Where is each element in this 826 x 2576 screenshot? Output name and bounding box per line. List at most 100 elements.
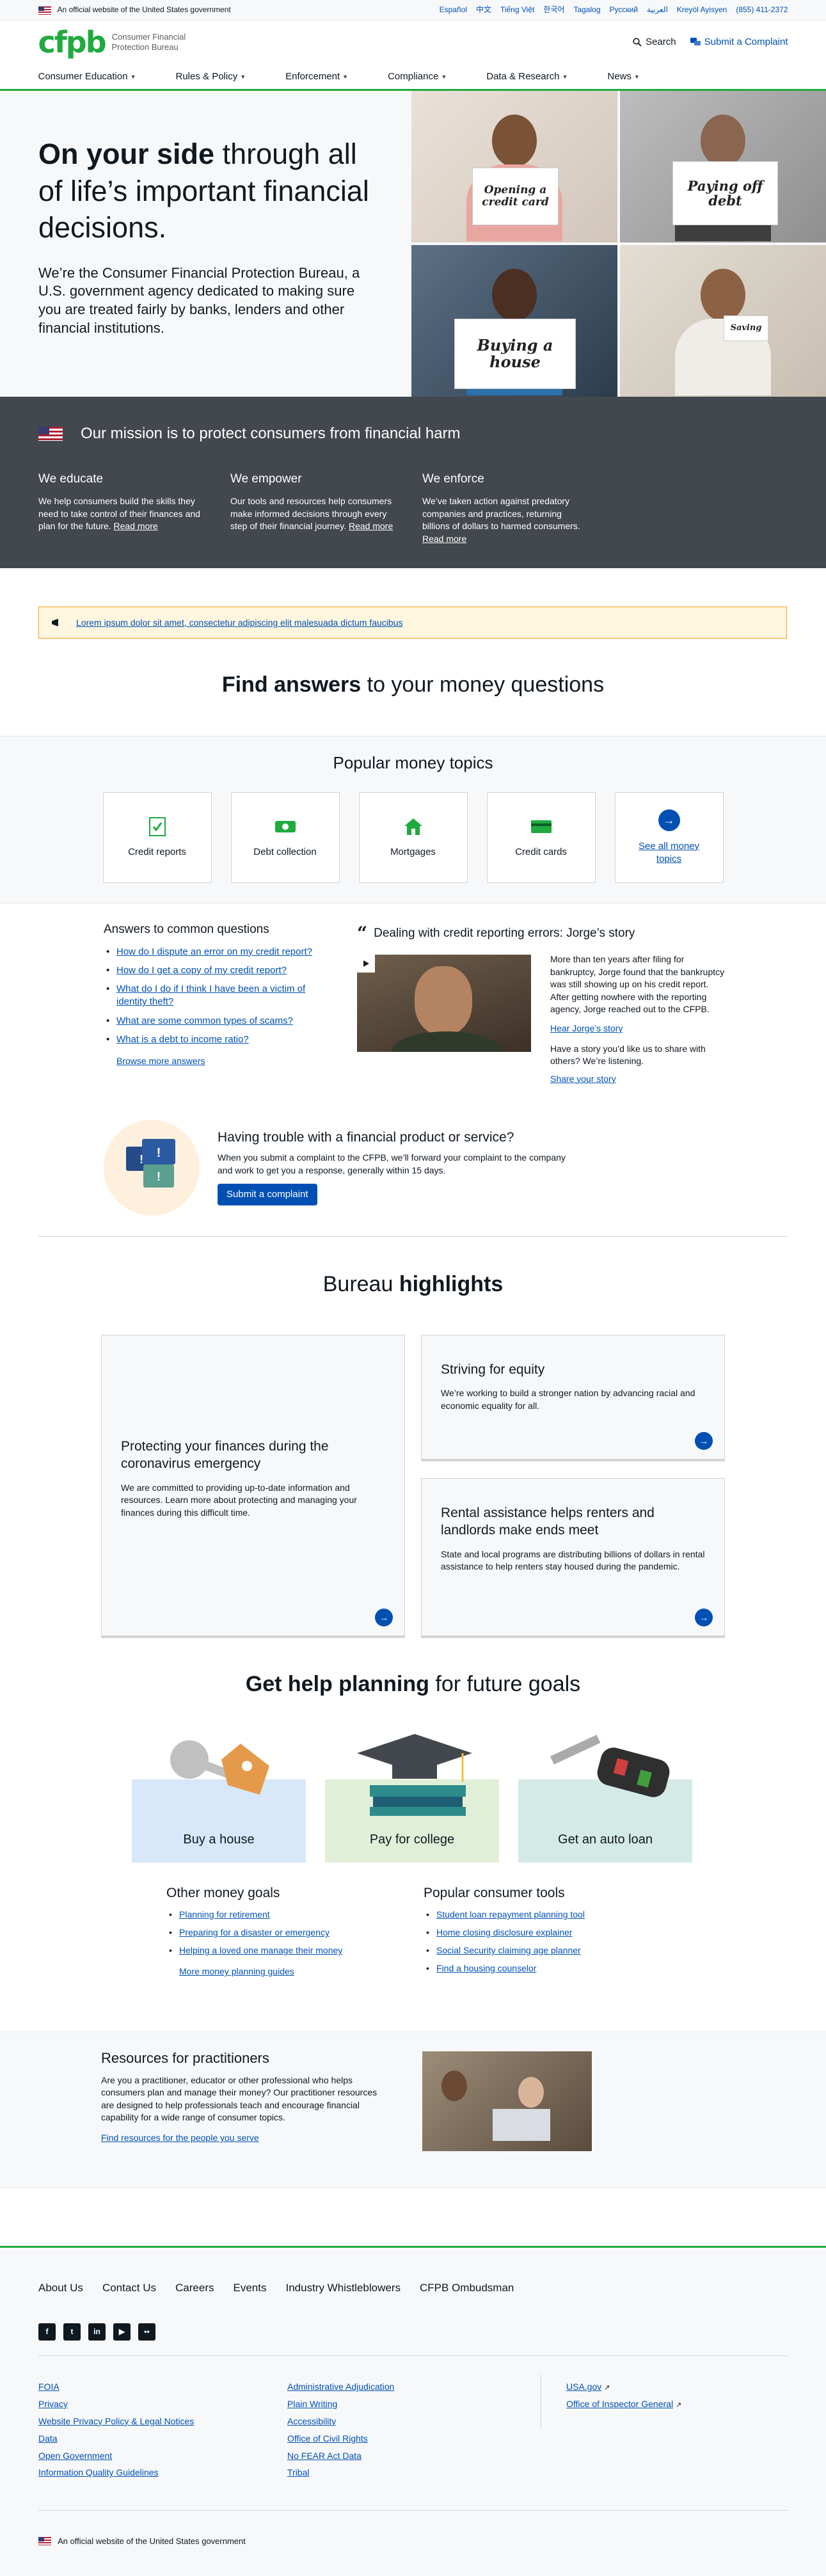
facebook-icon[interactable]: f	[38, 2323, 56, 2341]
logo-mark: cfpb	[38, 24, 107, 60]
nav-rules-policy[interactable]: Rules & Policy ▼	[176, 70, 246, 83]
answer-link[interactable]: What are some common types of scams?	[116, 1015, 293, 1026]
lang-link-tl[interactable]: Tagalog	[573, 4, 600, 15]
linkedin-icon[interactable]: in	[88, 2323, 106, 2341]
sign-credit-card: Opening a credit card	[472, 168, 559, 225]
topic-card-mortgages[interactable]: Mortgages	[358, 792, 468, 884]
topic-card-credit-cards[interactable]: Credit cards	[486, 792, 596, 884]
footer-link[interactable]: No FEAR Act Data	[287, 2451, 361, 2461]
resources-link[interactable]: Find resources for the people you serve	[101, 2132, 389, 2144]
phone-link[interactable]: (855) 411-2372	[736, 4, 788, 15]
external-link[interactable]: USA.gov	[566, 2381, 601, 2392]
topic-card-debt-collection[interactable]: Debt collection	[230, 792, 340, 884]
complaint-illustration: ! ! !	[104, 1120, 200, 1216]
practitioner-photo	[422, 2051, 592, 2151]
highlight-card-rental[interactable]: Rental assistance helps renters and land…	[421, 1478, 725, 1638]
lang-link-vi[interactable]: Tiếng Việt	[500, 4, 534, 15]
social-links: f t in ▶ ••	[38, 2323, 155, 2341]
twitter-icon[interactable]: t	[63, 2323, 81, 2341]
tool-link[interactable]: Home closing disclosure explainer	[436, 1927, 572, 1937]
bureau-highlights: Bureau highlights Protecting your financ…	[0, 1270, 826, 1638]
footer-nav-events[interactable]: Events	[234, 2281, 267, 2296]
nav-compliance[interactable]: Compliance ▼	[388, 70, 447, 83]
highlight-card-equity[interactable]: Striving for equity We’re working to bui…	[421, 1335, 725, 1461]
lang-link-ru[interactable]: Русский	[610, 4, 639, 15]
tool-link[interactable]: Student loan repayment planning tool	[436, 1909, 585, 1920]
tool-link[interactable]: Social Security claiming age planner	[436, 1945, 581, 1955]
resources-body: Are you a practitioner, educator or othe…	[101, 2074, 377, 2123]
search-button[interactable]: Search	[633, 36, 676, 49]
cfpb-logo[interactable]: cfpb Consumer Financial Protection Burea…	[38, 22, 189, 62]
lang-link-ar[interactable]: العربية	[647, 4, 668, 15]
highlight-card-coronavirus[interactable]: Protecting your finances during the coro…	[101, 1335, 405, 1638]
svg-text:!: !	[157, 1170, 161, 1183]
footer-link[interactable]: Office of Civil Rights	[287, 2433, 368, 2444]
footer-link[interactable]: Privacy	[38, 2399, 68, 2409]
lang-link-zh[interactable]: 中文	[476, 4, 491, 15]
credit-card-icon	[528, 816, 554, 837]
footer-links-col3: USA.gov ↗ Office of Inspector General ↗	[566, 2381, 681, 2415]
external-link[interactable]: Office of Inspector General	[566, 2399, 673, 2409]
flickr-icon[interactable]: ••	[138, 2323, 155, 2341]
topic-card-see-all[interactable]: → See all money topics	[614, 792, 724, 884]
play-icon[interactable]	[357, 955, 375, 973]
story-video[interactable]	[357, 955, 531, 1052]
footer-nav-ombudsman[interactable]: CFPB Ombudsman	[420, 2281, 514, 2296]
lang-link-es[interactable]: Español	[440, 4, 467, 15]
footer-link[interactable]: Tribal	[287, 2467, 310, 2477]
notice-link[interactable]: Lorem ipsum dolor sit amet, consectetur …	[76, 617, 402, 629]
hero-photo-grid: Opening a credit card Paying off debt Bu…	[411, 91, 826, 397]
arrow-right-icon: →	[658, 809, 680, 831]
nav-consumer-education[interactable]: Consumer Education ▼	[38, 70, 136, 83]
nav-enforcement[interactable]: Enforcement ▼	[285, 70, 348, 83]
answer-link[interactable]: How do I dispute an error on my credit r…	[116, 946, 312, 957]
goal-card-pay-college[interactable]: Pay for college	[325, 1731, 499, 1863]
answer-link[interactable]: What do I do if I think I have been a vi…	[116, 983, 305, 1007]
footer-link[interactable]: Open Government	[38, 2451, 112, 2461]
nav-news[interactable]: News ▼	[607, 70, 639, 83]
gov-banner: An official website of the United States…	[0, 0, 826, 20]
answer-link[interactable]: What is a debt to income ratio?	[116, 1034, 249, 1045]
footer-nav-careers[interactable]: Careers	[175, 2281, 214, 2296]
footer-link[interactable]: Website Privacy Policy & Legal Notices	[38, 2416, 194, 2426]
lang-link-ht[interactable]: Kreyòl Ayisyen	[677, 4, 727, 15]
more-planning-guides-link[interactable]: More money planning guides	[179, 1966, 397, 1978]
mission-section: Our mission is to protect consumers from…	[0, 397, 826, 568]
goal-link[interactable]: Preparing for a disaster or emergency	[179, 1927, 330, 1937]
footer-link[interactable]: Data	[38, 2433, 58, 2444]
footer-nav-about[interactable]: About Us	[38, 2281, 83, 2296]
read-more-link[interactable]: Read more	[349, 521, 393, 531]
goal-card-buy-house[interactable]: Buy a house	[132, 1731, 306, 1863]
mission-title: Our mission is to protect consumers from…	[38, 424, 788, 444]
answer-link[interactable]: How do I get a copy of my credit report?	[116, 965, 287, 976]
youtube-icon[interactable]: ▶	[113, 2323, 131, 2341]
submit-complaint-button[interactable]: Submit a complaint	[218, 1183, 317, 1205]
goal-link[interactable]: Helping a loved one manage their money	[179, 1945, 342, 1955]
footer-link[interactable]: Plain Writing	[287, 2399, 337, 2409]
chat-bubbles-icon	[690, 38, 701, 45]
us-flag-icon	[38, 427, 63, 441]
topic-card-credit-reports[interactable]: Credit reports	[102, 792, 212, 884]
footer-nav: About Us Contact Us Careers Events Indus…	[38, 2281, 514, 2296]
goal-link[interactable]: Planning for retirement	[179, 1909, 270, 1920]
nav-data-research[interactable]: Data & Research ▼	[486, 70, 568, 83]
us-flag-icon	[38, 6, 51, 15]
footer-link[interactable]: Accessibility	[287, 2416, 336, 2426]
browse-more-answers-link[interactable]: Browse more answers	[116, 1055, 372, 1067]
chevron-down-icon: ▼	[633, 73, 640, 80]
footer-nav-contact[interactable]: Contact Us	[102, 2281, 156, 2296]
submit-complaint-link[interactable]: Submit a Complaint	[690, 36, 788, 49]
hear-story-link[interactable]: Hear Jorge’s story	[550, 1022, 728, 1035]
common-answers: Answers to common questions How do I dis…	[104, 921, 372, 1067]
quote-icon: “	[357, 923, 368, 944]
footer-link[interactable]: Information Quality Guidelines	[38, 2467, 159, 2477]
share-story-link[interactable]: Share your story	[550, 1073, 728, 1086]
tool-link[interactable]: Find a housing counselor	[436, 1963, 536, 1973]
footer-link[interactable]: Administrative Adjudication	[287, 2381, 394, 2392]
read-more-link[interactable]: Read more	[422, 534, 466, 544]
footer-link[interactable]: FOIA	[38, 2381, 60, 2392]
goal-card-auto-loan[interactable]: Get an auto loan	[518, 1731, 692, 1863]
read-more-link[interactable]: Read more	[114, 521, 158, 531]
lang-link-ko[interactable]: 한국어	[543, 4, 564, 15]
footer-nav-whistleblowers[interactable]: Industry Whistleblowers	[285, 2281, 401, 2296]
